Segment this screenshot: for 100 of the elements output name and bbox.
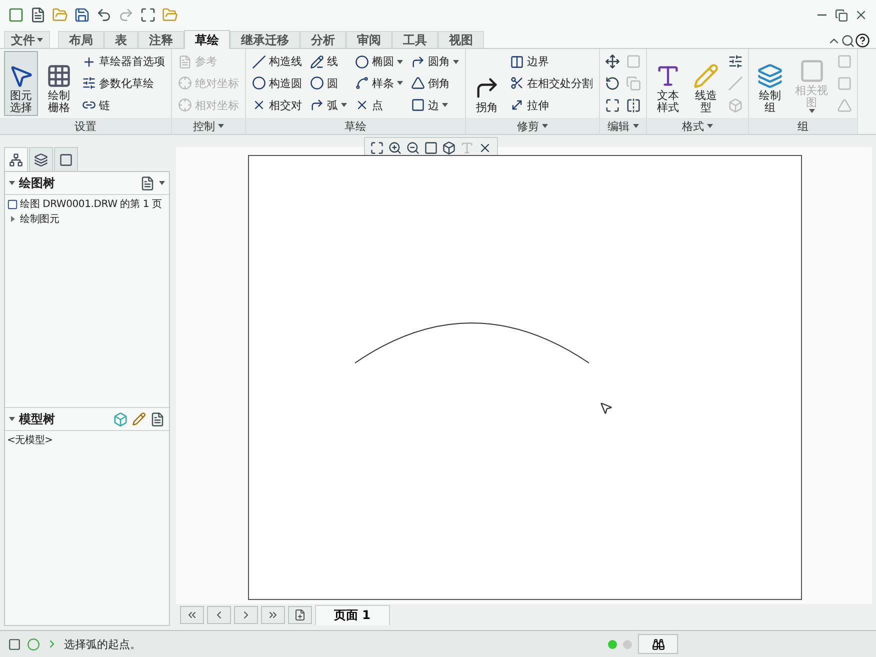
button-label: 图	[806, 97, 817, 108]
tool-icon	[178, 98, 192, 112]
ribbon-button[interactable]: 草绘器首选项	[80, 52, 167, 72]
ribbon-button[interactable]: 拉伸	[508, 95, 595, 116]
previous-page-button[interactable]	[207, 606, 231, 624]
panel-title: 模型树	[19, 410, 55, 428]
search-icon[interactable]	[841, 34, 855, 48]
ribbon-tab[interactable]: 审阅	[346, 31, 392, 48]
caret-icon	[808, 109, 814, 113]
group-label[interactable]: 组	[749, 118, 857, 134]
undo-icon[interactable]	[96, 7, 112, 23]
caret-icon	[707, 124, 713, 128]
tool-icon	[411, 54, 425, 69]
expand-arrow-icon[interactable]	[10, 216, 14, 222]
tool-icon[interactable]	[604, 74, 621, 92]
tool-icon	[82, 76, 96, 90]
button-label: 绘制	[48, 90, 70, 101]
tool-icon	[252, 76, 266, 90]
button-label: 线造	[695, 90, 717, 101]
ribbon-button[interactable]: 构造线	[250, 52, 304, 72]
tool-icon	[411, 98, 425, 112]
ribbon-button[interactable]: 圆角	[409, 52, 461, 72]
page-tab[interactable]: 页面 1	[315, 605, 390, 625]
tool-icon	[252, 54, 266, 69]
ribbon-button[interactable]: 线	[308, 52, 349, 72]
selection-box-icon[interactable]	[140, 7, 156, 23]
tool-icon	[757, 63, 783, 89]
find-button[interactable]	[638, 634, 678, 654]
list-icon[interactable]	[140, 176, 155, 190]
tool-icon	[46, 63, 72, 89]
status-message: 选择弧的起点。	[64, 636, 142, 652]
first-page-button[interactable]	[180, 606, 204, 624]
save-icon[interactable]	[74, 7, 90, 23]
group-label[interactable]: 控制	[172, 118, 245, 134]
ribbon-button[interactable]: 绘制 组	[753, 51, 787, 116]
group-label[interactable]: 编辑	[600, 118, 646, 134]
ribbon-button[interactable]: 构造圆	[250, 73, 304, 94]
zoom-fit-icon[interactable]	[369, 140, 385, 156]
ribbon-button[interactable]: 链	[80, 95, 167, 116]
ribbon-button[interactable]: 在相交处分割	[508, 73, 595, 94]
ribbon-button[interactable]: 样条	[353, 73, 405, 94]
ribbon-button[interactable]: 拐角	[470, 51, 504, 116]
navigator-tab[interactable]	[29, 147, 53, 171]
zoom-out-icon[interactable]	[405, 140, 421, 156]
tree-item[interactable]: 绘图 DRW0001.DRW 的第 1 页	[20, 197, 162, 211]
ribbon-button[interactable]: 文本 样式	[651, 51, 685, 116]
ribbon-button[interactable]: 图元 选择	[4, 51, 38, 116]
ribbon-button[interactable]: 圆	[308, 73, 349, 94]
last-page-button[interactable]	[261, 606, 285, 624]
ribbon-button[interactable]: 弧	[308, 95, 349, 116]
ribbon-tab[interactable]: 表	[104, 31, 138, 48]
group-label[interactable]: 修剪	[466, 118, 599, 134]
ribbon-button[interactable]: 边	[409, 95, 461, 116]
square-icon[interactable]	[8, 638, 21, 650]
tool-icon	[355, 76, 369, 90]
group-label[interactable]: 格式	[647, 118, 748, 134]
file-menu[interactable]: 文件	[4, 31, 50, 48]
tree-item: <无模型>	[7, 434, 53, 447]
ribbon-tab[interactable]: 注释	[138, 31, 184, 48]
ribbon-button[interactable]: 倒角	[409, 73, 461, 94]
group-label[interactable]: 草绘	[246, 118, 465, 134]
button-label: 样式	[657, 102, 679, 113]
new-page-button[interactable]	[288, 606, 312, 624]
help-icon[interactable]	[855, 33, 870, 48]
button-label: 绘制	[759, 90, 781, 101]
ribbon-tab[interactable]: 分析	[300, 31, 346, 48]
collapse-arrow-icon[interactable]	[9, 181, 15, 185]
caret-icon	[218, 124, 224, 128]
new-file-icon[interactable]	[30, 7, 46, 23]
tool-icon[interactable]	[604, 96, 621, 114]
tool-icon[interactable]	[727, 53, 744, 70]
button-label: 相关视	[795, 85, 828, 96]
ribbon-button[interactable]: 参数化草绘	[80, 73, 167, 94]
ribbon-button[interactable]: 绘制 栅格	[42, 51, 76, 116]
close-icon[interactable]	[854, 8, 868, 22]
sheet-icon	[7, 198, 18, 210]
ribbon-button[interactable]: 边界	[508, 52, 595, 72]
ribbon-tab[interactable]: 视图	[438, 31, 484, 48]
ribbon-tab[interactable]: 工具	[392, 31, 438, 48]
box-icon[interactable]	[113, 412, 128, 426]
navigator-tab[interactable]	[4, 147, 28, 171]
collapse-arrow-icon[interactable]	[9, 417, 15, 421]
ribbon-tab[interactable]: 草绘	[184, 30, 230, 49]
tool-icon	[310, 76, 324, 90]
group-label[interactable]: 设置	[0, 118, 171, 134]
tool-icon[interactable]	[604, 53, 621, 70]
ribbon-button[interactable]: 线造 型	[689, 51, 723, 116]
ribbon-tab[interactable]: 继承迁移	[230, 31, 300, 48]
tool-icon[interactable]	[625, 96, 642, 114]
pencil-icon[interactable]	[132, 412, 146, 426]
tree-item[interactable]: 绘制图元	[20, 212, 60, 226]
navigator-tab[interactable]	[54, 147, 78, 171]
ribbon-button[interactable]: 椭圆	[353, 52, 405, 72]
zoom-in-icon[interactable]	[387, 140, 403, 156]
next-page-button[interactable]	[234, 606, 258, 624]
ribbon-button[interactable]: 点	[353, 95, 405, 116]
restore-icon[interactable]	[835, 8, 848, 22]
ribbon-tab[interactable]: 布局	[58, 31, 104, 48]
ribbon-button[interactable]: 相交对	[250, 95, 304, 116]
list-icon[interactable]	[150, 412, 165, 426]
